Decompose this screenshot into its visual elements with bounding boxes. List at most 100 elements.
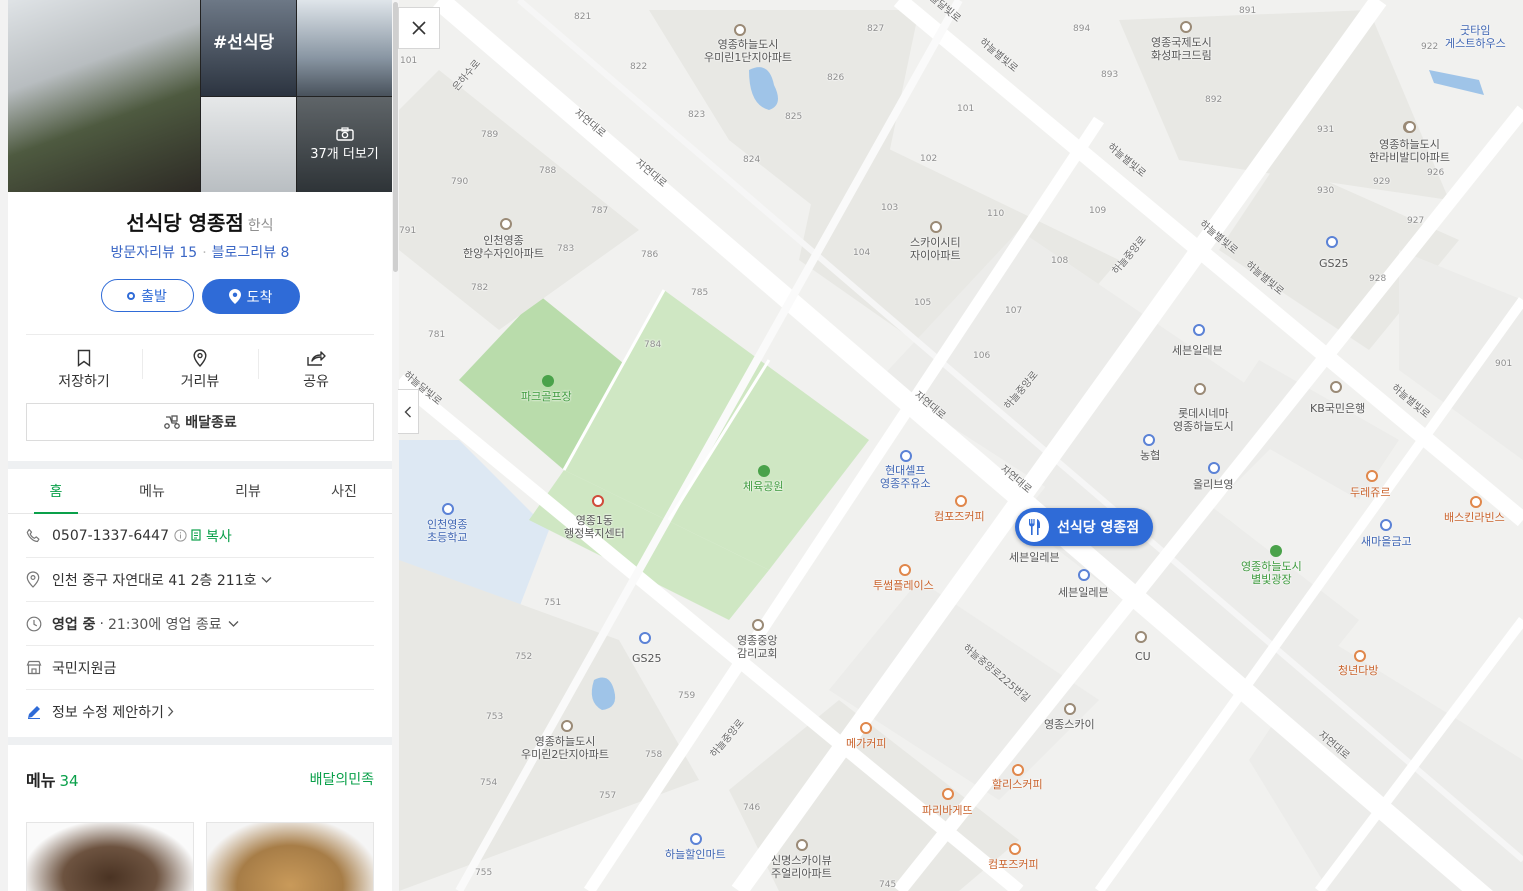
map-label[interactable]: 할리스커피 [992, 778, 1043, 791]
tab-photo[interactable]: 사진 [296, 469, 392, 513]
apartment-poi[interactable] [1180, 21, 1192, 33]
apartment-poi[interactable] [500, 218, 512, 230]
map-label[interactable]: 스카이시티 자이아파트 [910, 236, 961, 262]
tab-review[interactable]: 리뷰 [200, 469, 296, 513]
apartment-poi[interactable] [734, 24, 746, 36]
park-poi[interactable] [758, 465, 770, 477]
map-label[interactable]: 파리바게뜨 [922, 804, 973, 817]
hours-row[interactable]: 영업 중 · 21:30에 영업 종료 [26, 602, 374, 646]
map-label[interactable]: 영종국제도시 화성파크드림 [1151, 36, 1212, 62]
map-label[interactable]: 영종하늘도시 별빛광장 [1241, 560, 1302, 586]
map-label[interactable]: GS25 [1319, 257, 1349, 270]
map-label[interactable]: 올리브영 [1193, 478, 1233, 491]
shop-poi[interactable] [1208, 462, 1220, 474]
building-poi[interactable] [1064, 703, 1076, 715]
tab-menu[interactable]: 메뉴 [104, 469, 200, 513]
arrive-button[interactable]: 도착 [201, 279, 300, 314]
map-label[interactable]: 투썸플레이스 [873, 579, 934, 592]
map-label[interactable]: 컴포즈커피 [988, 858, 1039, 871]
menu-photo[interactable] [26, 822, 194, 891]
map-label[interactable]: 현대셀프 영종주유소 [880, 464, 931, 490]
map-label[interactable]: 영종하늘도시 우미린1단지아파트 [704, 38, 792, 64]
cafe-poi[interactable] [1354, 650, 1366, 662]
map-label[interactable]: 인천영종 한양수자인아파트 [463, 234, 544, 260]
baemin-link[interactable]: 배달의민족 [310, 769, 374, 789]
apartment-poi[interactable] [561, 720, 573, 732]
street-view-button[interactable]: 거리뷰 [142, 343, 258, 391]
map-label[interactable]: 세븐일레븐 [1009, 551, 1060, 564]
map-label[interactable]: 롯데시네마 영종하늘도시 [1173, 407, 1234, 433]
school-poi[interactable] [442, 503, 454, 515]
save-button[interactable]: 저장하기 [26, 343, 142, 391]
cafe-poi[interactable] [1009, 843, 1021, 855]
office-poi[interactable] [592, 495, 604, 507]
copy-button[interactable]: 복사 [206, 526, 232, 546]
convenience-poi[interactable] [1326, 236, 1338, 248]
map-label[interactable]: 체육공원 [743, 480, 783, 493]
cafe-poi[interactable] [955, 495, 967, 507]
photo-sign[interactable]: #선식당 [201, 0, 296, 96]
map-label[interactable]: 영종스카이 [1044, 718, 1095, 731]
cinema-poi[interactable] [1194, 383, 1206, 395]
apartment-poi[interactable] [1404, 121, 1416, 133]
tab-home[interactable]: 홈 [8, 469, 104, 514]
cafe-poi[interactable] [860, 722, 872, 734]
convenience-poi[interactable] [1193, 324, 1205, 336]
share-button[interactable]: 공유 [258, 343, 374, 391]
map-label[interactable]: 영종하늘도시 한라비발디아파트 [1369, 138, 1450, 164]
photo-main[interactable] [8, 0, 200, 192]
address-row[interactable]: 인천 중구 자연대로 41 2층 211호 [26, 558, 374, 602]
panel-scrollbar[interactable] [392, 0, 399, 891]
delivery-button[interactable]: 배달종료 [26, 403, 374, 441]
map-label[interactable]: 새마을금고 [1361, 535, 1412, 548]
bank-poi[interactable] [1380, 519, 1392, 531]
map-label[interactable]: KB국민은행 [1310, 402, 1365, 415]
convenience-poi[interactable] [1135, 631, 1147, 643]
cafe-poi[interactable] [899, 564, 911, 576]
convenience-poi[interactable] [1078, 569, 1090, 581]
apartment-poi[interactable] [796, 839, 808, 851]
info-icon[interactable] [174, 529, 187, 542]
map-label[interactable]: 파크골프장 [521, 390, 572, 403]
convenience-poi[interactable] [639, 632, 651, 644]
church-poi[interactable] [752, 619, 764, 631]
gas-station-poi[interactable] [900, 450, 912, 462]
cafe-poi[interactable] [1012, 764, 1024, 776]
bank-poi[interactable] [1330, 381, 1342, 393]
mart-poi[interactable] [690, 833, 702, 845]
icecream-poi[interactable] [1470, 496, 1482, 508]
start-button[interactable]: 출발 [100, 279, 194, 312]
map-label[interactable]: 하늘할인마트 [665, 848, 726, 861]
bakery-poi[interactable] [942, 788, 954, 800]
map-label[interactable]: 청년다방 [1338, 664, 1378, 677]
map-label[interactable]: GS25 [632, 652, 662, 665]
map-label[interactable]: 신명스카이뷰 주얼리아파트 [771, 854, 832, 880]
menu-photo[interactable] [206, 822, 374, 891]
bank-poi[interactable] [1143, 434, 1155, 446]
map-label[interactable]: 세븐일레븐 [1172, 344, 1223, 357]
map-label[interactable]: 컴포즈커피 [934, 510, 985, 523]
apartment-poi[interactable] [930, 221, 942, 233]
selected-place-marker[interactable]: 선식당 영종점 [1015, 508, 1154, 546]
plaza-poi[interactable] [1270, 545, 1282, 557]
map-label[interactable]: 영종중앙 감리교회 [737, 634, 777, 660]
map-label[interactable]: 영종1동 행정복지센터 [564, 514, 625, 540]
map-label[interactable]: 메가커피 [846, 737, 886, 750]
bakery-poi[interactable] [1366, 470, 1378, 482]
collapse-panel-button[interactable] [398, 389, 419, 434]
photo-more[interactable]: 37개 더보기 [297, 97, 392, 192]
map-label[interactable]: 영종하늘도시 우미린2단지아파트 [521, 735, 609, 761]
map-label[interactable]: 세븐일레븐 [1058, 586, 1109, 599]
map-label[interactable]: 농협 [1140, 449, 1160, 462]
close-button[interactable] [398, 7, 440, 49]
visitor-review-link[interactable]: 방문자리뷰 15 [111, 245, 198, 261]
map-label[interactable]: 두레쥬르 [1350, 486, 1390, 499]
map-label[interactable]: 굿타임 게스트하우스 [1445, 24, 1506, 50]
park-poi[interactable] [542, 375, 554, 387]
edit-suggest-row[interactable]: 정보 수정 제안하기 [26, 690, 374, 733]
map-canvas[interactable]: 영종하늘도시 우미린1단지아파트 영종국제도시 화성파크드림 굿타임 게스트하우스 영… [399, 0, 1523, 891]
photo-interior[interactable] [297, 0, 392, 96]
map-label[interactable]: CU [1135, 650, 1151, 663]
map-label[interactable]: 인천영종 초등학교 [427, 518, 467, 544]
blog-review-link[interactable]: 블로그리뷰 8 [212, 245, 290, 261]
